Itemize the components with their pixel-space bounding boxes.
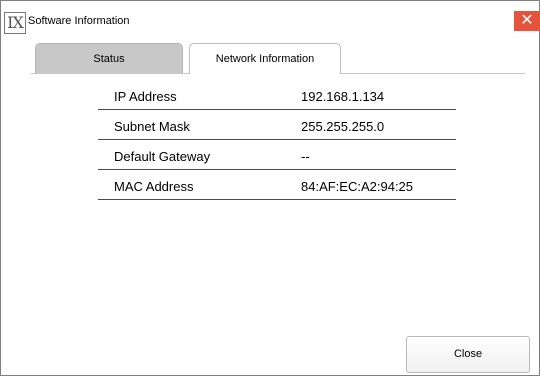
default-gateway-label: Default Gateway [114,149,211,164]
title-bar: IX Software Information ✕ [1,1,540,34]
close-icon[interactable]: ✕ [514,11,540,31]
mac-address-value: 84:AF:EC:A2:94:25 [301,179,414,194]
close-button[interactable]: Close [406,336,530,373]
subnet-mask-label: Subnet Mask [114,119,190,134]
ix-logo-text: IX [7,13,24,32]
mac-address-row: MAC Address 84:AF:EC:A2:94:25 [98,178,456,200]
tab-network-information[interactable]: Network Information [189,43,341,74]
default-gateway-value: -- [301,149,310,164]
default-gateway-row: Default Gateway -- [98,148,456,170]
window-title: Software Information [28,15,130,27]
ip-address-label: IP Address [114,89,177,104]
ip-address-value: 192.168.1.134 [301,89,385,104]
tab-status[interactable]: Status [35,43,183,73]
ix-logo-icon: IX [4,12,26,34]
ip-address-row: IP Address 192.168.1.134 [98,88,456,110]
subnet-mask-value: 255.255.255.0 [301,119,385,134]
subnet-mask-row: Subnet Mask 255.255.255.0 [98,118,456,140]
mac-address-label: MAC Address [114,179,194,194]
software-information-window: IX Software Information ✕ Status Network… [0,0,540,376]
